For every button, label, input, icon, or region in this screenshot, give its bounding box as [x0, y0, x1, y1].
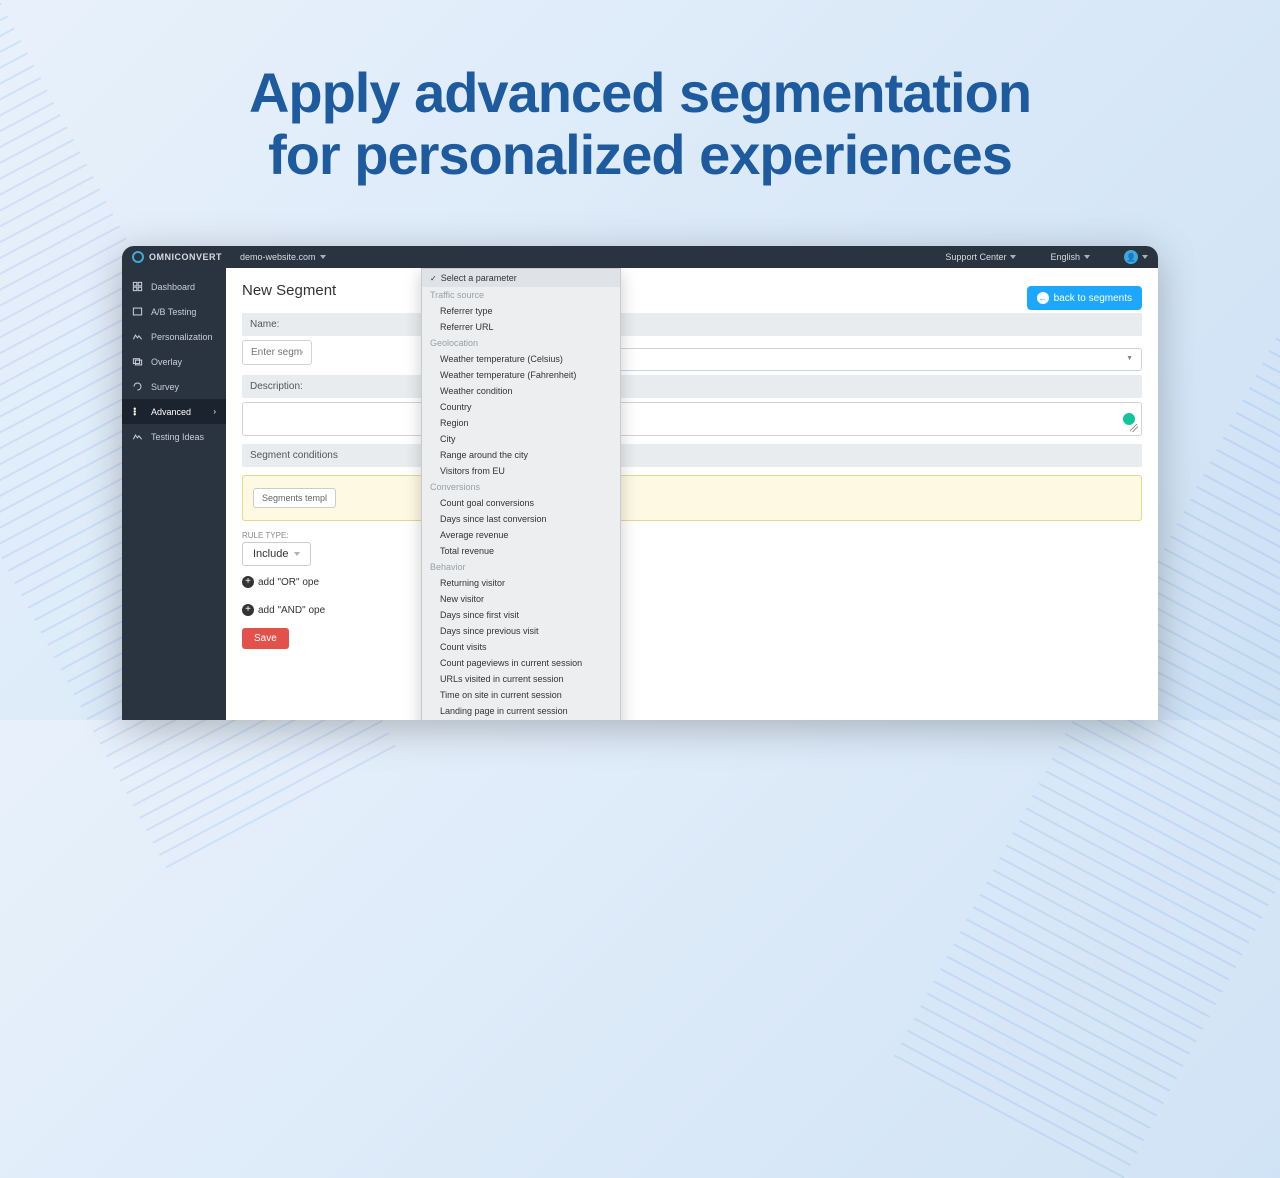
- sidebar-item-label: Advanced: [151, 407, 191, 417]
- topbar: OMNICONVERT demo-website.com Support Cen…: [122, 246, 1158, 268]
- dropdown-option[interactable]: Country: [422, 399, 620, 415]
- rule-type-field: RULE TYPE: Include: [242, 531, 311, 566]
- dropdown-option[interactable]: Count goal conversions: [422, 495, 620, 511]
- back-label: back to segments: [1054, 293, 1132, 304]
- dropdown-group-label: Traffic source: [422, 287, 620, 303]
- sidebar-item-label: A/B Testing: [151, 307, 196, 317]
- resize-handle-icon[interactable]: [1130, 424, 1138, 432]
- dropdown-option[interactable]: New visitor: [422, 591, 620, 607]
- ideas-icon: [132, 431, 143, 442]
- main-content: New Segment ← back to segments Name: le …: [226, 268, 1158, 720]
- dropdown-heading: Select a parameter: [422, 269, 620, 287]
- dropdown-group-label: Geolocation: [422, 335, 620, 351]
- sidebar-item-label: Personalization: [151, 332, 213, 342]
- plus-icon: +: [242, 604, 254, 616]
- sidebar-item-label: Testing Ideas: [151, 432, 204, 442]
- dropdown-option[interactable]: Days since previous visit: [422, 623, 620, 639]
- user-menu[interactable]: 👤: [1124, 250, 1148, 264]
- dropdown-option[interactable]: City: [422, 431, 620, 447]
- brand-logo-icon: [132, 251, 144, 263]
- sidebar-item-a-b-testing[interactable]: A/B Testing: [122, 299, 226, 324]
- brand-name: OMNICONVERT: [149, 252, 222, 262]
- sidebar-item-label: Dashboard: [151, 282, 195, 292]
- back-to-segments-button[interactable]: ← back to segments: [1027, 286, 1142, 310]
- dropdown-option[interactable]: Count visits: [422, 639, 620, 655]
- page-title: New Segment: [242, 282, 1142, 299]
- hero-line2: for personalized experiences: [268, 123, 1012, 186]
- chevron-down-icon: [320, 255, 326, 259]
- dropdown-option[interactable]: Range around the city: [422, 447, 620, 463]
- hero-headline: Apply advanced segmentation for personal…: [0, 62, 1280, 185]
- segment-template-select[interactable]: Segments templ: [253, 488, 336, 508]
- add-or-label: add "OR" ope: [258, 577, 319, 588]
- chevron-right-icon: ›: [213, 407, 216, 416]
- dropdown-option[interactable]: URLs visited in current session: [422, 671, 620, 687]
- back-arrow-icon: ←: [1037, 292, 1049, 304]
- add-and-label: add "AND" ope: [258, 605, 325, 616]
- overlay-icon: [132, 356, 143, 367]
- chevron-down-icon: [1084, 255, 1090, 259]
- segment-template-row: Segments templ: [242, 475, 1142, 521]
- dropdown-option[interactable]: Weather condition: [422, 383, 620, 399]
- parameter-dropdown: Select a parameter Traffic sourceReferre…: [421, 268, 621, 720]
- language-label: English: [1050, 252, 1080, 262]
- dropdown-option[interactable]: Returning visitor: [422, 575, 620, 591]
- dropdown-option[interactable]: Days since first visit: [422, 607, 620, 623]
- sidebar: Dashboard A/B Testing Personalization Overl…: [122, 268, 226, 720]
- plus-icon: +: [242, 576, 254, 588]
- sidebar-item-personalization[interactable]: Personalization: [122, 324, 226, 349]
- rule-type-label: RULE TYPE:: [242, 531, 311, 540]
- dashboard-icon: [132, 281, 143, 292]
- site-name: demo-website.com: [240, 252, 316, 262]
- dropdown-option[interactable]: Total revenue: [422, 543, 620, 559]
- dropdown-option[interactable]: Referrer type: [422, 303, 620, 319]
- sidebar-item-testing-ideas[interactable]: Testing Ideas: [122, 424, 226, 449]
- rule-type-value: Include: [253, 548, 288, 560]
- chevron-down-icon: [1010, 255, 1016, 259]
- dropdown-option[interactable]: Time on site in current session: [422, 687, 620, 703]
- language-selector[interactable]: English: [1050, 252, 1090, 262]
- advanced-icon: [132, 406, 143, 417]
- support-link[interactable]: Support Center: [945, 252, 1016, 262]
- sidebar-item-label: Survey: [151, 382, 179, 392]
- sidebar-item-overlay[interactable]: Overlay: [122, 349, 226, 374]
- dropdown-option[interactable]: Count pageviews in current session: [422, 655, 620, 671]
- person-icon: [132, 331, 143, 342]
- dropdown-option[interactable]: Region: [422, 415, 620, 431]
- dropdown-option[interactable]: Weather temperature (Fahrenheit): [422, 367, 620, 383]
- rule-type-select[interactable]: Include: [242, 542, 311, 566]
- brand-logo[interactable]: OMNICONVERT: [132, 251, 222, 263]
- avatar-icon: 👤: [1124, 250, 1138, 264]
- dropdown-option[interactable]: Landing page in current session: [422, 703, 620, 719]
- name-field-label: Name: le for:: [242, 313, 1142, 336]
- sidebar-item-survey[interactable]: Survey: [122, 374, 226, 399]
- chevron-down-icon: [1142, 255, 1148, 259]
- survey-icon: [132, 381, 143, 392]
- dropdown-option[interactable]: Average revenue: [422, 527, 620, 543]
- ab-icon: [132, 306, 143, 317]
- description-field-label: Description:: [242, 375, 1142, 398]
- support-label: Support Center: [945, 252, 1006, 262]
- segment-name-input[interactable]: [242, 340, 312, 365]
- dropdown-group-label: Conversions: [422, 479, 620, 495]
- hero-line1: Apply advanced segmentation: [249, 61, 1031, 124]
- dropdown-option[interactable]: Referrer URL: [422, 319, 620, 335]
- description-textarea[interactable]: [242, 402, 1142, 436]
- add-or-operator[interactable]: + add "OR" ope: [242, 576, 1142, 588]
- app-window: OMNICONVERT demo-website.com Support Cen…: [122, 246, 1158, 720]
- sidebar-item-advanced[interactable]: Advanced ›: [122, 399, 226, 424]
- dropdown-option[interactable]: Visitors from EU: [422, 463, 620, 479]
- dropdown-option[interactable]: Days since last conversion: [422, 511, 620, 527]
- dropdown-option[interactable]: Weather temperature (Celsius): [422, 351, 620, 367]
- sidebar-item-dashboard[interactable]: Dashboard: [122, 274, 226, 299]
- site-selector[interactable]: demo-website.com: [240, 252, 326, 262]
- add-and-operator[interactable]: + add "AND" ope: [242, 604, 1142, 616]
- dropdown-group-label: Behavior: [422, 559, 620, 575]
- chevron-down-icon: [294, 552, 300, 556]
- save-button[interactable]: Save: [242, 628, 289, 649]
- segment-conditions-label: Segment conditions: [242, 444, 1142, 467]
- sidebar-item-label: Overlay: [151, 357, 182, 367]
